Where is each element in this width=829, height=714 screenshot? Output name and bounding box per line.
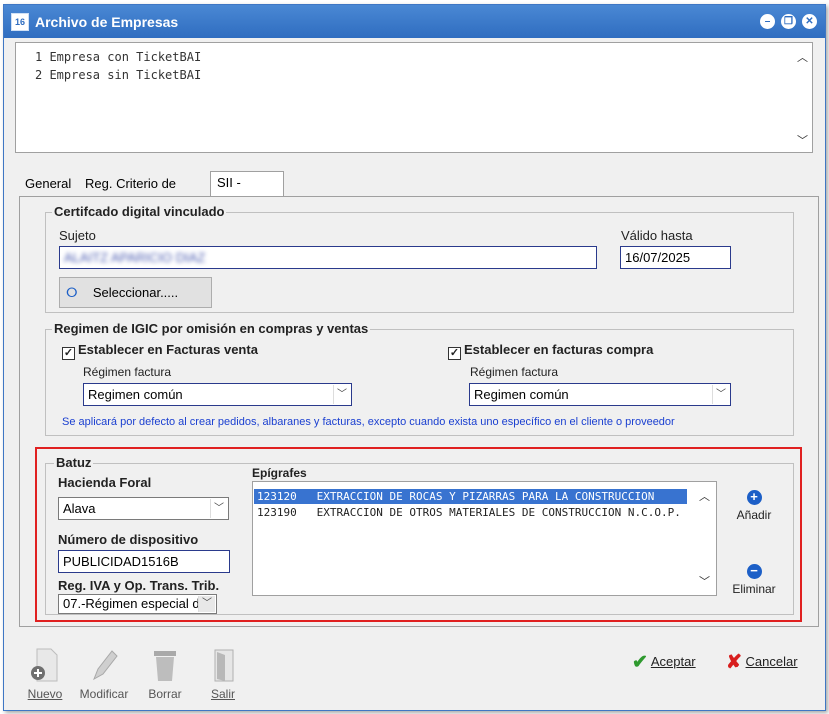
igic-group: Regimen de IGIC por omisión en compras y…: [45, 321, 794, 436]
window-title: Archivo de Empresas: [35, 14, 179, 30]
app-calendar-icon: 16: [11, 13, 29, 31]
scroll-down-icon[interactable]: ﹀: [797, 132, 808, 148]
search-icon: ⵔ: [66, 285, 78, 300]
subject-field[interactable]: ALAITZ APARICIO DIAZ: [59, 246, 597, 269]
certificate-group: Certifcado digital vinculado Sujeto ALAI…: [45, 204, 794, 313]
select-certificate-button[interactable]: ⵔ Seleccionar.....: [59, 277, 212, 308]
cancel-button[interactable]: ✘ Cancelar: [726, 651, 798, 674]
purchase-checkbox-label: Establecer en facturas compra: [464, 342, 654, 357]
new-document-icon: [31, 648, 58, 682]
select-certificate-label: Seleccionar.....: [92, 285, 179, 300]
minimize-icon[interactable]: –: [760, 14, 775, 29]
valid-until-field[interactable]: 16/07/2025: [620, 246, 731, 269]
purchase-regimen-label: Régimen factura: [470, 365, 559, 379]
sales-regimen-label: Régimen factura: [83, 365, 172, 379]
purchase-regimen-select[interactable]: Regimen común ﹀: [469, 383, 731, 406]
exit-label: Salir: [210, 687, 235, 701]
list-item[interactable]: 2 Empresa sin TicketBAI: [35, 68, 201, 84]
restore-icon[interactable]: ❐: [781, 14, 796, 29]
scroll-up-icon[interactable]: ︿: [797, 49, 808, 65]
cancel-label: Cancelar: [745, 654, 798, 669]
checkbox-checked-icon: ✓: [62, 347, 75, 360]
delete-label: Borrar: [148, 687, 182, 701]
sales-checkbox-label: Establecer en Facturas venta: [78, 342, 258, 357]
certificate-group-title: Certifcado digital vinculado: [52, 204, 227, 219]
subject-label: Sujeto: [59, 228, 96, 243]
modify-label: Modificar: [79, 687, 129, 701]
sales-regimen-value: Regimen común: [88, 387, 183, 402]
chevron-down-icon[interactable]: ﹀: [712, 385, 729, 404]
door-exit-icon: [214, 649, 234, 682]
highlight-box: [35, 447, 802, 622]
default-note: Se aplicará por defecto al crear pedidos…: [62, 416, 675, 428]
sales-regimen-select[interactable]: Regimen común ﹀: [83, 383, 352, 406]
accept-button[interactable]: ✔ Aceptar: [632, 651, 696, 674]
new-label: Nuevo: [27, 687, 63, 701]
chevron-down-icon[interactable]: ﹀: [333, 385, 350, 404]
sales-checkbox[interactable]: ✓ Establecer en Facturas venta: [62, 342, 258, 360]
valid-until-label: Válido hasta: [621, 228, 693, 243]
new-button[interactable]: Nuevo: [26, 647, 64, 701]
purchase-regimen-value: Regimen común: [474, 387, 569, 402]
delete-button[interactable]: Borrar: [144, 647, 186, 701]
accept-label: Aceptar: [650, 654, 696, 669]
igic-group-title: Regimen de IGIC por omisión en compras y…: [52, 321, 371, 336]
cancel-x-icon: ✘: [726, 652, 742, 673]
trash-icon: [154, 651, 176, 681]
pencil-icon: [93, 650, 118, 681]
company-list[interactable]: 1 Empresa con TicketBAI 2 Empresa sin Ti…: [15, 42, 813, 153]
purchase-checkbox[interactable]: ✓ Establecer en facturas compra: [448, 342, 653, 360]
modify-button[interactable]: Modificar: [78, 647, 130, 701]
tab-sii-batuz[interactable]: SII - Batuz: [210, 171, 284, 212]
check-icon: ✔: [632, 652, 648, 673]
tab-general[interactable]: General: [19, 174, 76, 196]
tab-reg-criterio-caja[interactable]: Reg. Criterio de caja: [79, 174, 209, 211]
close-icon[interactable]: ✕: [802, 14, 817, 29]
checkbox-checked-icon: ✓: [448, 347, 461, 360]
title-bar: 16 Archivo de Empresas – ❐ ✕: [4, 5, 825, 38]
list-item[interactable]: 1 Empresa con TicketBAI: [35, 50, 201, 66]
exit-button[interactable]: Salir: [202, 647, 244, 701]
